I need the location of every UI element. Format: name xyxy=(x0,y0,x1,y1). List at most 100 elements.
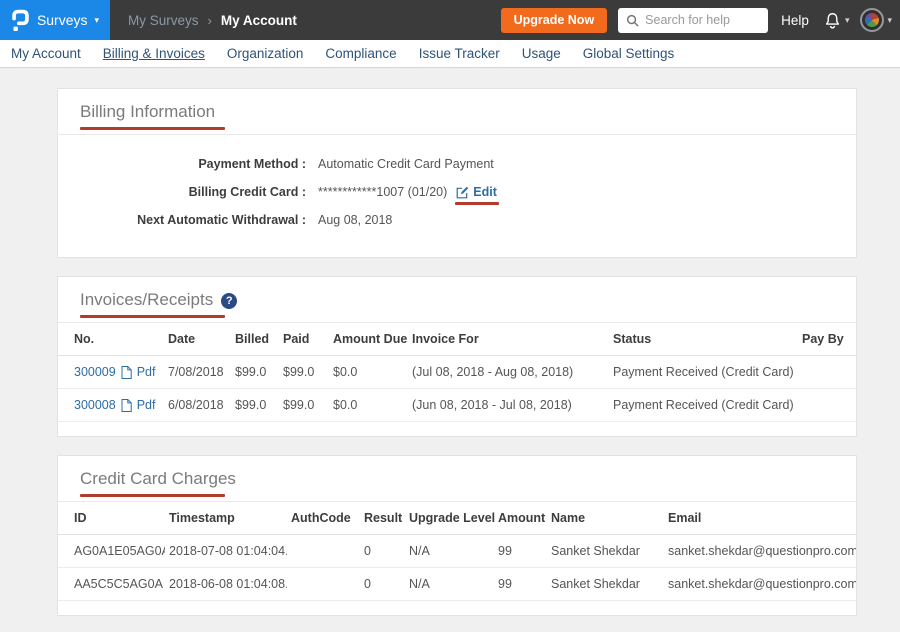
product-switcher[interactable]: Surveys ▾ xyxy=(0,0,110,40)
invoices-table: No. Date Billed Paid Amount Due Invoice … xyxy=(58,323,856,422)
tab-usage[interactable]: Usage xyxy=(511,46,572,61)
annotation-underline xyxy=(80,315,225,318)
charge-row: AG0A1E05AG0A 2018-07-08 01:04:04.0 0 N/A… xyxy=(58,535,856,568)
cell-invoice-for: (Jun 08, 2018 - Jul 08, 2018) xyxy=(408,389,609,422)
next-withdrawal-row: Next Automatic Withdrawal : Aug 08, 2018 xyxy=(58,213,856,227)
payment-method-row: Payment Method : Automatic Credit Card P… xyxy=(58,157,856,171)
next-withdrawal-value: Aug 08, 2018 xyxy=(318,213,392,227)
tab-organization[interactable]: Organization xyxy=(216,46,315,61)
pdf-link[interactable]: Pdf xyxy=(137,365,156,379)
cell-timestamp: 2018-06-08 01:04:08.0 xyxy=(165,568,287,601)
annotation-underline xyxy=(80,127,225,130)
cell-status: Payment Received (Credit Card) xyxy=(609,356,798,389)
tab-billing-invoices[interactable]: Billing & Invoices xyxy=(92,46,216,61)
col-authcode: AuthCode xyxy=(287,502,360,535)
col-email: Email xyxy=(664,502,856,535)
cell-amount-due: $0.0 xyxy=(329,389,408,422)
col-no: No. xyxy=(58,323,164,356)
notifications-button[interactable]: ▾ xyxy=(823,11,850,30)
cell-name: Sanket Shekdar xyxy=(547,568,664,601)
cell-authcode xyxy=(287,535,360,568)
col-date: Date xyxy=(164,323,231,356)
cell-pay-by xyxy=(798,356,856,389)
cell-billed: $99.0 xyxy=(231,356,279,389)
invoices-receipts-header: Invoices/Receipts ? xyxy=(58,277,856,323)
questionpro-logo-icon xyxy=(11,9,30,32)
cell-date: 6/08/2018 xyxy=(164,389,231,422)
charges-header-row: ID Timestamp AuthCode Result Upgrade Lev… xyxy=(58,502,856,535)
col-status: Status xyxy=(609,323,798,356)
annotation-underline xyxy=(455,202,499,205)
help-icon[interactable]: ? xyxy=(221,293,237,309)
cell-upgrade-level: N/A xyxy=(405,568,494,601)
breadcrumb-my-surveys[interactable]: My Surveys xyxy=(128,13,199,28)
payment-method-value: Automatic Credit Card Payment xyxy=(318,157,494,171)
cell-invoice-for: (Jul 08, 2018 - Aug 08, 2018) xyxy=(408,356,609,389)
account-nav-tabs: My Account Billing & Invoices Organizati… xyxy=(0,40,900,68)
cell-id: AG0A1E05AG0A xyxy=(58,535,165,568)
col-name: Name xyxy=(547,502,664,535)
cell-authcode xyxy=(287,568,360,601)
billing-information-title: Billing Information xyxy=(80,102,215,122)
top-header: Surveys ▾ My Surveys › My Account Upgrad… xyxy=(0,0,900,40)
tab-issue-tracker[interactable]: Issue Tracker xyxy=(408,46,511,61)
invoices-header-row: No. Date Billed Paid Amount Due Invoice … xyxy=(58,323,856,356)
help-link[interactable]: Help xyxy=(781,13,809,28)
edit-card-action: Edit xyxy=(456,185,497,199)
cell-id: AA5C5C5AG0A xyxy=(58,568,165,601)
tab-compliance[interactable]: Compliance xyxy=(314,46,407,61)
credit-card-charges-header: Credit Card Charges xyxy=(58,456,856,502)
next-withdrawal-label: Next Automatic Withdrawal : xyxy=(58,213,306,227)
cell-result: 0 xyxy=(360,535,405,568)
billing-credit-card-value: ************1007 (01/20) Edit xyxy=(318,185,497,199)
col-timestamp: Timestamp xyxy=(165,502,287,535)
chevron-down-icon: ▾ xyxy=(887,15,892,26)
main-content: Billing Information Payment Method : Aut… xyxy=(0,68,900,616)
card-number-masked: ************1007 (01/20) xyxy=(318,185,447,199)
billing-information-card: Billing Information Payment Method : Aut… xyxy=(57,88,857,258)
billing-credit-card-row: Billing Credit Card : ************1007 (… xyxy=(58,185,856,199)
chevron-down-icon: ▾ xyxy=(95,15,100,26)
pdf-file-icon xyxy=(121,399,132,412)
table-bottom-padding xyxy=(58,422,856,436)
invoice-number-link[interactable]: 300009 xyxy=(74,365,116,379)
col-result: Result xyxy=(360,502,405,535)
cell-no: 300009 Pdf xyxy=(58,356,164,389)
chevron-down-icon: ▾ xyxy=(845,15,850,26)
col-paid: Paid xyxy=(279,323,329,356)
avatar xyxy=(860,8,884,32)
pdf-link[interactable]: Pdf xyxy=(137,398,156,412)
billing-credit-card-label: Billing Credit Card : xyxy=(58,185,306,199)
charges-table: ID Timestamp AuthCode Result Upgrade Lev… xyxy=(58,502,856,601)
annotation-underline xyxy=(80,494,225,497)
col-amount-due: Amount Due xyxy=(329,323,408,356)
upgrade-now-button[interactable]: Upgrade Now xyxy=(501,8,608,33)
invoice-number-link[interactable]: 300008 xyxy=(74,398,116,412)
account-menu[interactable]: ▾ xyxy=(860,8,892,32)
invoices-receipts-card: Invoices/Receipts ? No. Date Billed Paid… xyxy=(57,276,857,437)
bell-icon xyxy=(823,11,842,30)
col-invoice-for: Invoice For xyxy=(408,323,609,356)
cell-email: sanket.shekdar@questionpro.com xyxy=(664,568,856,601)
tab-my-account[interactable]: My Account xyxy=(0,46,92,61)
credit-card-charges-card: Credit Card Charges ID Timestamp AuthCod… xyxy=(57,455,857,616)
cell-status: Payment Received (Credit Card) xyxy=(609,389,798,422)
cell-email: sanket.shekdar@questionpro.com xyxy=(664,535,856,568)
credit-card-charges-title: Credit Card Charges xyxy=(80,469,236,489)
search-icon xyxy=(626,14,639,27)
cell-paid: $99.0 xyxy=(279,389,329,422)
cell-billed: $99.0 xyxy=(231,389,279,422)
cell-date: 7/08/2018 xyxy=(164,356,231,389)
billing-information-header: Billing Information xyxy=(58,89,856,135)
tab-global-settings[interactable]: Global Settings xyxy=(572,46,686,61)
search-input[interactable] xyxy=(645,13,760,27)
cell-result: 0 xyxy=(360,568,405,601)
cell-timestamp: 2018-07-08 01:04:04.0 xyxy=(165,535,287,568)
billing-information-fields: Payment Method : Automatic Credit Card P… xyxy=(58,135,856,257)
cell-name: Sanket Shekdar xyxy=(547,535,664,568)
help-search[interactable] xyxy=(618,8,768,33)
product-label: Surveys xyxy=(37,12,88,28)
col-id: ID xyxy=(58,502,165,535)
invoice-row: 300009 Pdf 7/08/2018 $99.0 $99.0 $0.0 xyxy=(58,356,856,389)
edit-card-link[interactable]: Edit xyxy=(473,185,497,199)
